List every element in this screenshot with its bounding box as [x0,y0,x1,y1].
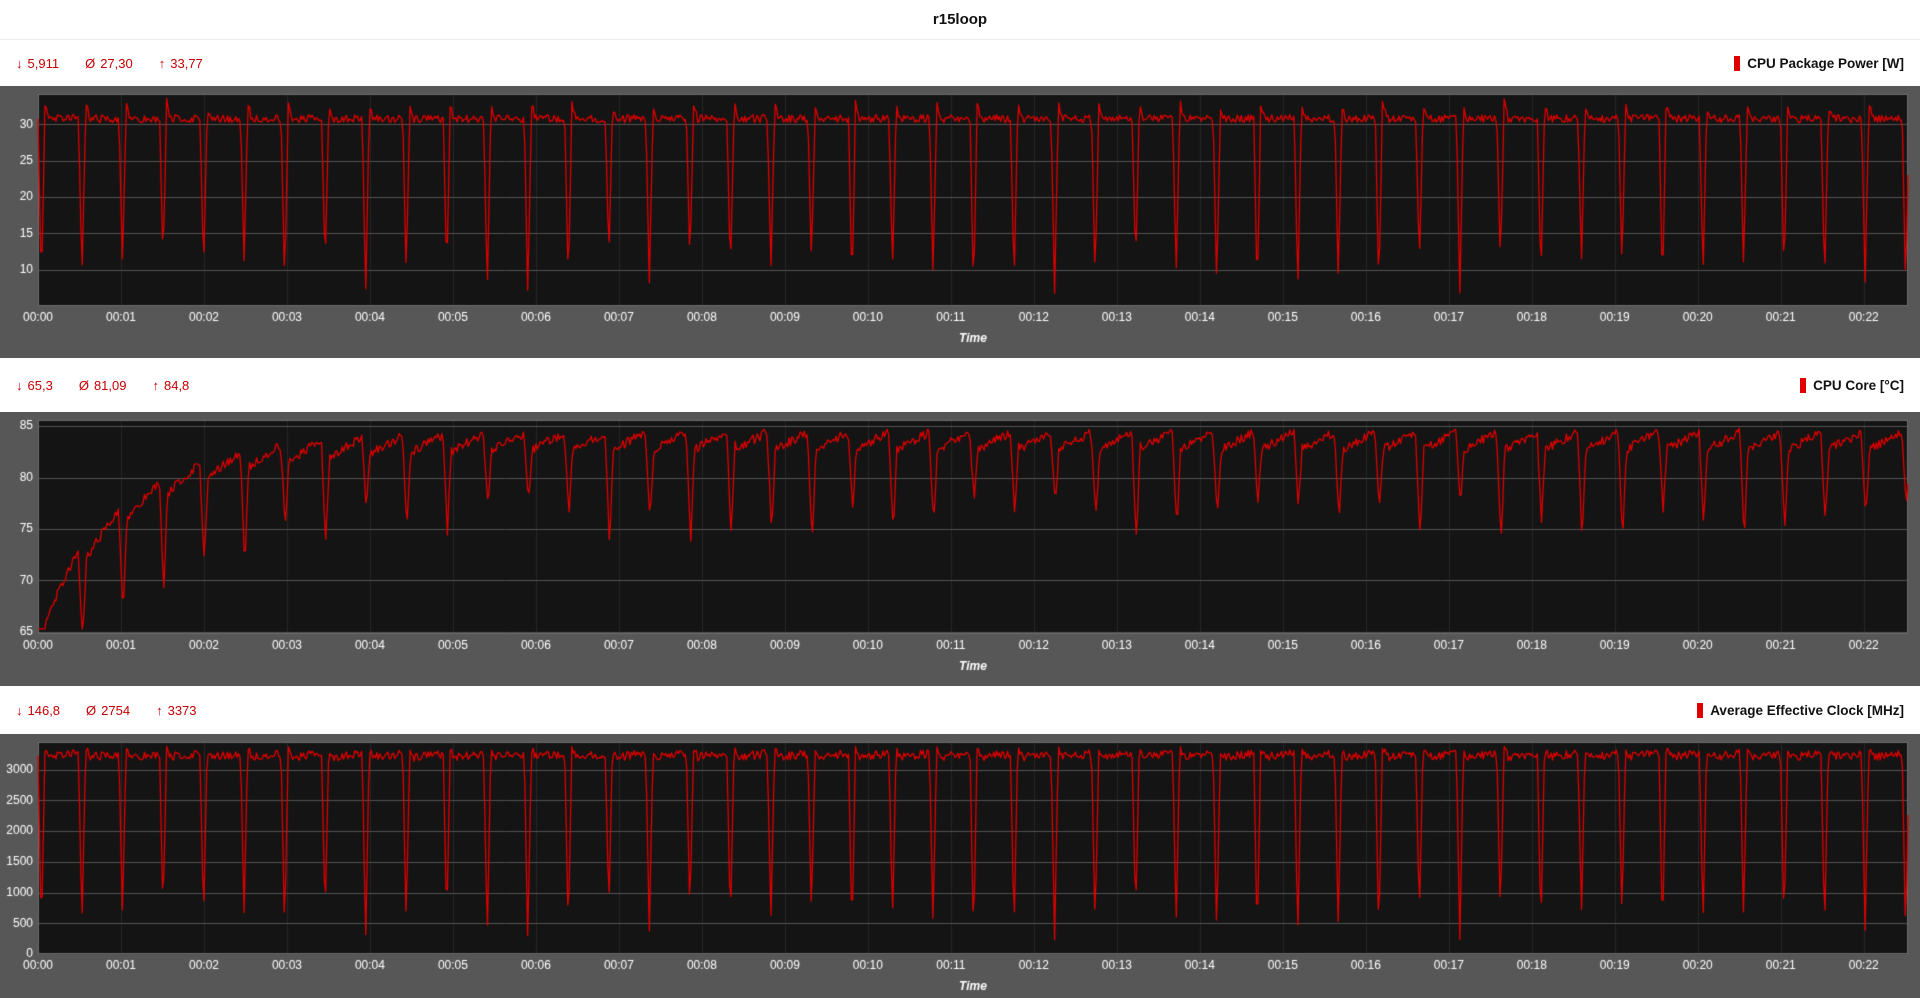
avg-value: 27,30 [100,56,133,71]
avg-stat: Ø 81,09 [79,378,127,393]
chart-block-temperature: ↓ 65,3 Ø 81,09 ↑ 84,8 CPU Core [°C] [0,358,1920,686]
max-value: 3373 [168,703,197,718]
min-stat: ↓ 65,3 [16,378,53,393]
chart-stats: ↓ 146,8 Ø 2754 ↑ 3373 [16,703,197,718]
chart-panel-temperature [0,412,1920,686]
chart-stats: ↓ 5,911 Ø 27,30 ↑ 33,77 [16,56,203,71]
min-arrow-icon: ↓ [16,56,23,71]
max-stat: ↑ 33,77 [159,56,203,71]
min-arrow-icon: ↓ [16,378,23,393]
min-value: 5,911 [28,56,60,71]
chart-panel-clock [0,734,1920,998]
chart-legend: CPU Core [°C] [1800,378,1904,393]
chart-block-clock: ↓ 146,8 Ø 2754 ↑ 3373 Average Effective Clo… [0,686,1920,998]
chart-stats: ↓ 65,3 Ø 81,09 ↑ 84,8 [16,378,189,393]
legend-color-swatch [1697,703,1703,718]
max-arrow-icon: ↑ [159,56,166,71]
avg-value: 81,09 [94,378,127,393]
max-stat: ↑ 3373 [156,703,196,718]
max-arrow-icon: ↑ [152,378,159,393]
clock-chart-canvas[interactable] [0,734,1920,998]
min-stat: ↓ 5,911 [16,56,59,71]
stats-bar-temperature: ↓ 65,3 Ø 81,09 ↑ 84,8 CPU Core [°C] [0,358,1920,412]
legend-label: CPU Core [°C] [1813,378,1904,393]
min-stat: ↓ 146,8 [16,703,60,718]
avg-stat: Ø 27,30 [85,56,133,71]
avg-stat: Ø 2754 [86,703,130,718]
legend-color-swatch [1734,56,1740,71]
chart-legend: CPU Package Power [W] [1734,56,1904,71]
temperature-chart-canvas[interactable] [0,412,1920,686]
avg-icon: Ø [79,378,89,393]
max-stat: ↑ 84,8 [152,378,189,393]
max-value: 84,8 [164,378,189,393]
power-chart-canvas[interactable] [0,86,1920,358]
stats-bar-clock: ↓ 146,8 Ø 2754 ↑ 3373 Average Effective Clo… [0,686,1920,734]
chart-legend: Average Effective Clock [MHz] [1697,703,1904,718]
min-arrow-icon: ↓ [16,703,23,718]
log-viewer-window: r15loop ↓ 5,911 Ø 27,30 ↑ 33,77 CPU Package… [0,0,1920,998]
avg-icon: Ø [85,56,95,71]
min-value: 65,3 [28,378,53,393]
legend-label: Average Effective Clock [MHz] [1710,703,1904,718]
stats-bar-power: ↓ 5,911 Ø 27,30 ↑ 33,77 CPU Package Power [… [0,40,1920,86]
max-value: 33,77 [170,56,203,71]
legend-label: CPU Package Power [W] [1747,56,1904,71]
avg-value: 2754 [101,703,130,718]
avg-icon: Ø [86,703,96,718]
chart-block-power: ↓ 5,911 Ø 27,30 ↑ 33,77 CPU Package Power [… [0,40,1920,358]
min-value: 146,8 [28,703,61,718]
chart-panel-power [0,86,1920,358]
legend-color-swatch [1800,378,1806,393]
max-arrow-icon: ↑ [156,703,163,718]
page-title: r15loop [0,0,1920,40]
